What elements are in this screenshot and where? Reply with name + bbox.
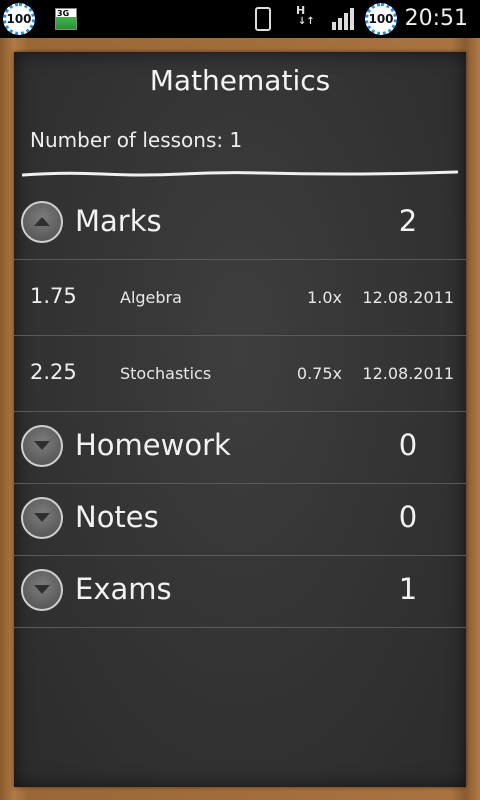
mark-weight: 1.0x (307, 288, 342, 307)
section-count: 0 (398, 500, 418, 534)
mark-value: 2.25 (30, 360, 77, 384)
section-marks[interactable]: Marks 2 (14, 188, 466, 260)
data-arrows-icon: ↓↑ (298, 16, 315, 27)
lessons-count-label: Number of lessons: 1 (30, 128, 243, 152)
hspa-data-icon: H ↓↑ (296, 5, 315, 27)
mark-weight: 0.75x (296, 364, 342, 383)
battery-percent-icon: 100 (3, 3, 35, 35)
battery-level-icon: 100 (365, 3, 397, 35)
section-count: 1 (398, 572, 418, 606)
page-title: Mathematics (149, 64, 331, 97)
section-count: 2 (398, 204, 418, 238)
mark-date: 12.08.2011 (362, 364, 454, 383)
mark-topic: Algebra (120, 288, 182, 307)
section-exams[interactable]: Exams 1 (14, 556, 466, 628)
mark-value: 1.75 (30, 284, 77, 308)
chalkboard-panel: Mathematics Number of lessons: 1 Marks 2… (14, 52, 466, 787)
collapse-arrow-icon[interactable] (21, 201, 63, 243)
expand-arrow-icon[interactable] (21, 497, 63, 539)
status-bar: 100 3G H ↓↑ 100 20:51 (0, 0, 480, 38)
section-label: Exams (75, 572, 172, 606)
status-time: 20:51 (404, 6, 468, 31)
section-notes[interactable]: Notes 0 (14, 484, 466, 556)
vibrate-phone-icon (255, 7, 271, 31)
network-3g-icon: 3G (55, 8, 77, 30)
section-label: Marks (75, 204, 162, 238)
section-count: 0 (398, 428, 418, 462)
section-label: Homework (75, 428, 231, 462)
expand-arrow-icon[interactable] (21, 425, 63, 467)
mark-row[interactable]: 1.75 Algebra 1.0x 12.08.2011 (14, 260, 466, 336)
chalk-divider (22, 170, 458, 177)
mark-topic: Stochastics (120, 364, 212, 383)
mark-row[interactable]: 2.25 Stochastics 0.75x 12.08.2011 (14, 336, 466, 412)
expand-arrow-icon[interactable] (21, 569, 63, 611)
mark-date: 12.08.2011 (362, 288, 454, 307)
section-homework[interactable]: Homework 0 (14, 412, 466, 484)
signal-strength-icon (332, 8, 356, 30)
section-label: Notes (75, 500, 159, 534)
